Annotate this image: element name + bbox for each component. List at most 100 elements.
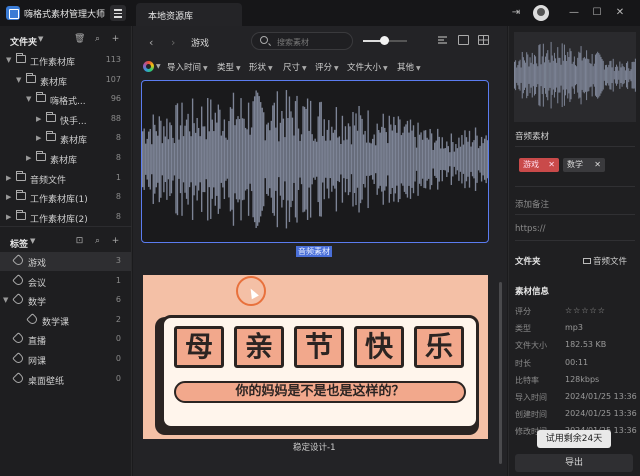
filter-dropdown[interactable]: 评分 ▼: [315, 61, 339, 73]
minimize-icon[interactable]: —: [568, 7, 580, 19]
tag-chip[interactable]: 数学 ✕: [563, 158, 605, 172]
close-icon[interactable]: ✕: [614, 7, 626, 19]
back-icon[interactable]: ‹: [149, 36, 153, 49]
waveform-bar: [539, 44, 541, 107]
chevron-right-icon[interactable]: ▶: [36, 115, 41, 123]
folder-item-count: 113: [105, 55, 121, 64]
asset-name[interactable]: 音频素材: [296, 246, 332, 257]
asset-name[interactable]: 稳定设计-1: [293, 441, 335, 453]
chevron-down-icon[interactable]: ▼: [16, 76, 21, 84]
maximize-icon[interactable]: ☐: [591, 7, 603, 19]
sidebar-toggle-icon[interactable]: ⇥: [510, 7, 522, 19]
chevron-down-icon[interactable]: ▼: [26, 95, 31, 103]
waveform-bar: [371, 138, 374, 180]
folder-item[interactable]: ▶ 素材库 8: [0, 149, 131, 168]
waveform-bar: [538, 45, 540, 106]
filter-dropdown[interactable]: 类型 ▼: [217, 61, 241, 73]
search-input[interactable]: 搜索素材: [251, 32, 353, 50]
waveform-bar: [485, 135, 487, 184]
tag-icon: [12, 352, 25, 365]
folder-item[interactable]: ▶ 工作素材库(2) 8: [0, 208, 131, 227]
preview-thumbnail: [514, 32, 636, 122]
avatar[interactable]: [533, 5, 549, 21]
export-button[interactable]: 导出: [515, 454, 633, 472]
url-input[interactable]: https://: [515, 224, 545, 234]
audio-asset-card[interactable]: [141, 80, 489, 243]
breadcrumb: 游戏: [191, 39, 210, 49]
tag-item[interactable]: 直播 0: [0, 330, 131, 349]
waveform-bar: [243, 118, 245, 200]
forward-icon[interactable]: ›: [171, 36, 175, 49]
waveform-bar: [213, 131, 215, 188]
folder-item[interactable]: ▶ 素材库 8: [0, 129, 131, 148]
tag-chip-label: 游戏: [523, 160, 539, 169]
waveform-bar: [231, 108, 233, 210]
remove-tag-icon[interactable]: ✕: [594, 158, 601, 172]
folder-item[interactable]: ▼ 素材库 107: [0, 71, 131, 90]
chevron-down-icon[interactable]: ▼: [3, 296, 8, 304]
tab-local-library[interactable]: 本地资源库: [136, 3, 242, 26]
filter-dropdown[interactable]: 导入时间 ▼: [167, 61, 208, 73]
folder-value[interactable]: 音频文件: [583, 255, 627, 267]
waveform-bar: [545, 56, 547, 94]
folder-item[interactable]: ▼ 工作素材库 113: [0, 51, 131, 70]
chevron-down-icon[interactable]: ▼: [38, 35, 43, 43]
waveform-bar: [364, 130, 366, 188]
folder-item[interactable]: ▶ 音频文件 1: [0, 169, 131, 188]
waveform-bar: [273, 102, 275, 216]
folder-item[interactable]: ▼ 嗨格式... 96: [0, 90, 131, 109]
chevron-down-icon[interactable]: ▼: [6, 56, 11, 64]
waveform-bar: [581, 60, 583, 90]
remove-tag-icon[interactable]: ✕: [548, 158, 555, 172]
menu-icon[interactable]: [110, 5, 126, 21]
folder-item[interactable]: ▶ 工作素材库(1) 8: [0, 188, 131, 207]
waveform-bar: [266, 124, 268, 194]
folder-icon: [16, 190, 26, 201]
tag-item-count: 0: [115, 373, 121, 383]
search-icon[interactable]: ⌕: [92, 34, 103, 45]
filter-dropdown[interactable]: 文件大小 ▼: [347, 61, 388, 73]
chevron-right-icon[interactable]: ▶: [6, 213, 11, 221]
rating-stars[interactable]: ☆☆☆☆☆: [565, 306, 606, 315]
asset-title[interactable]: 音频素材: [515, 130, 549, 142]
monitor-icon[interactable]: [458, 35, 469, 45]
tag-item[interactable]: 桌面壁纸 0: [0, 370, 131, 389]
tag-chip[interactable]: 游戏 ✕: [519, 158, 559, 172]
tag-item[interactable]: 数学课 2: [0, 311, 131, 330]
waveform-bar: [365, 142, 368, 176]
chevron-right-icon[interactable]: ▶: [36, 134, 41, 142]
info-key: 文件大小: [515, 341, 547, 351]
filter-dropdown[interactable]: 其他 ▼: [397, 61, 421, 73]
tag-item[interactable]: 游戏 3: [0, 252, 131, 271]
info-key: 评分: [515, 307, 531, 316]
grid-view-icon[interactable]: [478, 35, 489, 45]
waveform-bar: [370, 143, 372, 176]
tag-item[interactable]: 网课 0: [0, 350, 131, 369]
zoom-slider-handle[interactable]: [380, 36, 389, 45]
scrollbar[interactable]: [499, 282, 502, 464]
filter-dropdown[interactable]: 尺寸 ▼: [283, 61, 307, 73]
folder-item[interactable]: ▶ 快手... 88: [0, 110, 131, 129]
waveform-bar: [570, 51, 572, 100]
waveform-bar: [182, 136, 185, 183]
chevron-right-icon[interactable]: ▶: [26, 154, 31, 162]
tag-item[interactable]: ▼ 数学 6: [0, 291, 131, 310]
waveform-bar: [285, 90, 288, 229]
waveform-bar: [335, 107, 338, 212]
trial-badge[interactable]: 试用剩余24天: [537, 430, 611, 448]
chevron-right-icon[interactable]: ▶: [6, 174, 11, 182]
color-filter-icon[interactable]: [143, 61, 154, 72]
search-icon[interactable]: ⌕: [92, 236, 103, 247]
image-asset-card[interactable]: 母 亲 节 快 乐 你的妈妈是不是也是这样的？: [143, 275, 488, 439]
add-tag-icon[interactable]: +: [110, 236, 121, 247]
chevron-right-icon[interactable]: ▶: [6, 193, 11, 201]
trash-icon[interactable]: 🗑: [74, 34, 85, 45]
waveform-bar: [426, 137, 428, 181]
note-input[interactable]: 添加备注: [515, 198, 549, 210]
bookmark-icon[interactable]: ⊡: [74, 236, 85, 247]
sort-icon[interactable]: [437, 35, 448, 45]
filter-dropdown[interactable]: 形状 ▼: [249, 61, 273, 73]
chevron-down-icon[interactable]: ▼: [30, 237, 35, 245]
add-folder-icon[interactable]: +: [110, 34, 121, 45]
tag-item[interactable]: 会议 1: [0, 272, 131, 291]
